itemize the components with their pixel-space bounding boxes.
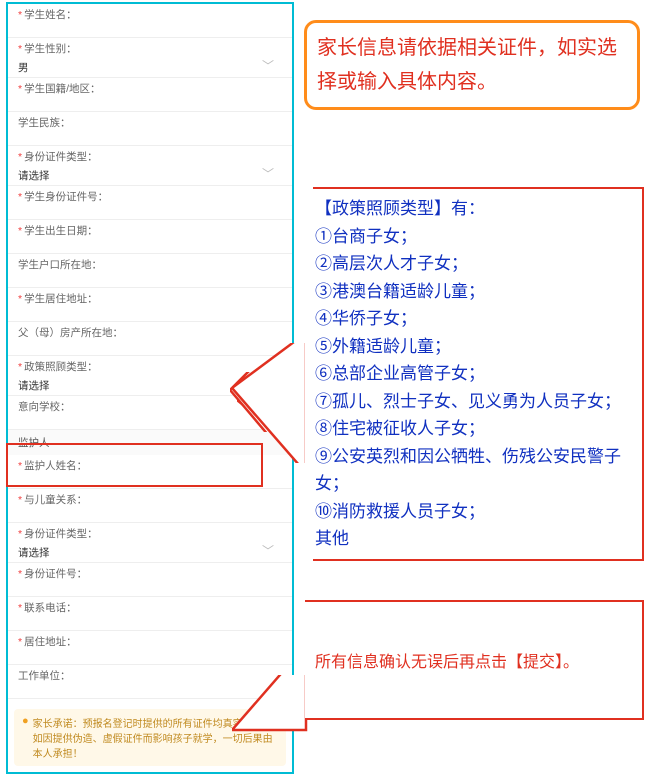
field-label-10: *政策照顾类型： (18, 359, 282, 374)
policy-item-9: ⑩消防救援人员子女； (315, 498, 634, 526)
gfield-value-5 (18, 650, 282, 661)
field-value-0 (18, 23, 282, 34)
gfield-label-4: *联系电话： (18, 600, 282, 615)
chevron-down-icon: ﹀ (262, 375, 274, 392)
guardian-section-header: 监护人 (8, 430, 292, 455)
field-row-7[interactable]: 学生户口所在地： (8, 254, 292, 288)
gfield-row-3[interactable]: *身份证件号： (8, 563, 292, 597)
field-row-3[interactable]: 学生民族： (8, 112, 292, 146)
field-value-9 (18, 341, 282, 352)
required-mark: * (18, 460, 22, 472)
field-value-2 (18, 97, 282, 108)
required-mark: * (18, 83, 22, 95)
field-label-11: 意向学校： (18, 399, 282, 414)
field-label-0: *学生姓名： (18, 7, 282, 22)
field-value-3 (18, 131, 282, 142)
field-label-4: *身份证件类型： (18, 149, 282, 164)
required-mark: * (18, 9, 22, 21)
required-mark: * (18, 293, 22, 305)
required-mark: * (18, 602, 22, 614)
policy-item-2: ③港澳台籍适龄儿童； (315, 278, 634, 306)
field-row-2[interactable]: *学生国籍/地区： (8, 78, 292, 112)
orange-instruction-box: 家长信息请依据相关证件，如实选择或输入具体内容。 (304, 20, 640, 110)
required-mark: * (18, 43, 22, 55)
chevron-down-icon: ﹀ (262, 57, 274, 74)
required-mark: * (18, 191, 22, 203)
submit-warning-box: 所有信息确认无误后再点击【提交】。 (305, 600, 644, 720)
gfield-label-5: *居住地址： (18, 634, 282, 649)
field-row-9[interactable]: 父（母）房产所在地： (8, 322, 292, 356)
gfield-label-0: *监护人姓名： (18, 458, 282, 473)
policy-item-7: ⑧住宅被征收人子女； (315, 415, 634, 443)
policy-item-6: ⑦孤儿、烈士子女、见义勇为人员子女； (315, 388, 634, 416)
gfield-row-5[interactable]: *居住地址： (8, 631, 292, 665)
field-row-6[interactable]: *学生出生日期： (8, 220, 292, 254)
field-value-10: 请选择 (18, 378, 50, 389)
warning-icon: ● (22, 715, 29, 760)
field-label-5: *学生身份证件号： (18, 189, 282, 204)
gfield-value-0 (18, 474, 282, 485)
policy-item-0: ①台商子女； (315, 223, 634, 251)
gfield-label-3: *身份证件号： (18, 566, 282, 581)
field-label-6: *学生出生日期： (18, 223, 282, 238)
submit-warning-text: 所有信息确认无误后再点击【提交】。 (315, 648, 579, 672)
required-mark: * (18, 636, 22, 648)
required-mark: * (18, 494, 22, 506)
field-row-11[interactable]: 意向学校： (8, 396, 292, 430)
gfield-value-2: 请选择 (18, 545, 50, 556)
field-row-5[interactable]: *学生身份证件号： (8, 186, 292, 220)
field-value-4: 请选择 (18, 168, 50, 179)
field-value-5 (18, 205, 282, 216)
disclaimer-text: 家长承诺：预报名登记时提供的所有证件均真实有效。如因提供伪造、虚假证件而影响孩子… (33, 715, 278, 760)
policy-item-8: ⑨公安英烈和因公牺牲、伤残公安民警子女； (315, 443, 634, 498)
required-mark: * (18, 528, 22, 540)
field-label-7: 学生户口所在地： (18, 257, 282, 272)
gfield-label-1: *与儿童关系： (18, 492, 282, 507)
field-value-11 (18, 415, 282, 426)
field-label-9: 父（母）房产所在地： (18, 325, 282, 340)
required-mark: * (18, 361, 22, 373)
gfield-value-4 (18, 616, 282, 627)
gfield-label-2: *身份证件类型： (18, 526, 282, 541)
field-row-0[interactable]: *学生姓名： (8, 4, 292, 38)
gfield-row-2[interactable]: *身份证件类型： 请选择 ﹀ (8, 523, 292, 563)
gfield-value-1 (18, 508, 282, 519)
gfield-row-6[interactable]: 工作单位： (8, 665, 292, 699)
gfield-label-6: 工作单位： (18, 668, 282, 683)
gfield-value-6 (18, 684, 282, 695)
gfield-row-0[interactable]: *监护人姓名： (8, 455, 292, 489)
gfield-row-1[interactable]: *与儿童关系： (8, 489, 292, 523)
disclaimer-box: ● 家长承诺：预报名登记时提供的所有证件均真实有效。如因提供伪造、虚假证件而影响… (14, 709, 286, 766)
policy-item-3: ④华侨子女； (315, 305, 634, 333)
field-label-2: *学生国籍/地区： (18, 81, 282, 96)
policy-item-1: ②高层次人才子女； (315, 250, 634, 278)
policy-item-4: ⑤外籍适龄儿童； (315, 333, 634, 361)
field-row-10[interactable]: *政策照顾类型： 请选择 ﹀ (8, 356, 292, 396)
policy-types-title: 【政策照顾类型】有： (315, 195, 634, 223)
policy-item-5: ⑥总部企业高管子女； (315, 360, 634, 388)
field-label-1: *学生性别： (18, 41, 282, 56)
policy-item-10: 其他 (315, 525, 634, 553)
field-value-6 (18, 239, 282, 250)
registration-form: *学生姓名： *学生性别： 男 ﹀ *学生国籍/地区： 学生民族： *身份证件类型： 请选择 ﹀… (6, 2, 294, 774)
policy-types-box: 【政策照顾类型】有： ①台商子女；②高层次人才子女；③港澳台籍适龄儿童；④华侨子… (305, 187, 644, 561)
gfield-value-3 (18, 582, 282, 593)
chevron-down-icon: ﹀ (262, 165, 274, 182)
chevron-down-icon: ﹀ (262, 542, 274, 559)
field-row-8[interactable]: *学生居住地址： (8, 288, 292, 322)
field-row-1[interactable]: *学生性别： 男 ﹀ (8, 38, 292, 78)
gfield-row-4[interactable]: *联系电话： (8, 597, 292, 631)
required-mark: * (18, 151, 22, 163)
field-label-8: *学生居住地址： (18, 291, 282, 306)
field-row-4[interactable]: *身份证件类型： 请选择 ﹀ (8, 146, 292, 186)
required-mark: * (18, 568, 22, 580)
required-mark: * (18, 225, 22, 237)
field-value-1: 男 (18, 60, 29, 71)
field-value-7 (18, 273, 282, 284)
field-value-8 (18, 307, 282, 318)
field-label-3: 学生民族： (18, 115, 282, 130)
